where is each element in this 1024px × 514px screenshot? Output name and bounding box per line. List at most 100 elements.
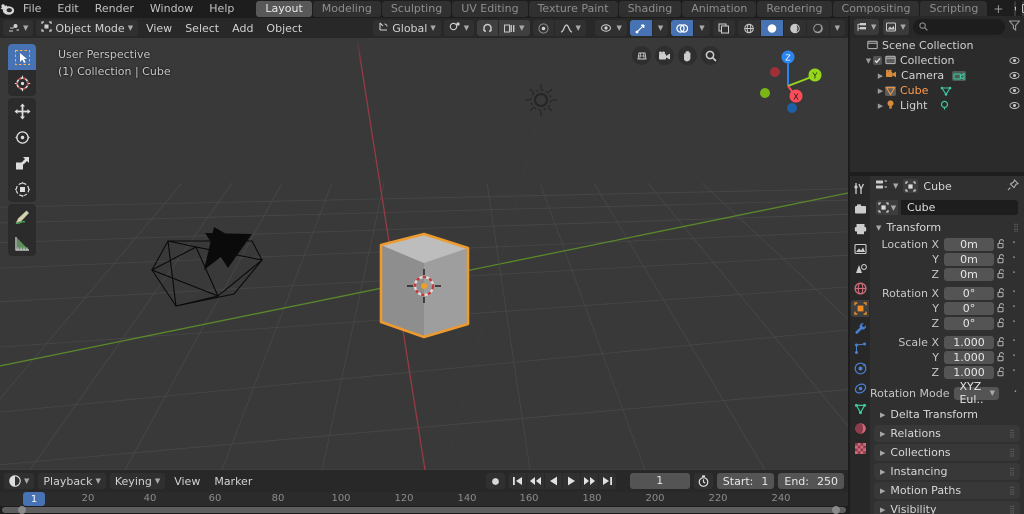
viewport-menu-select[interactable]: Select — [180, 20, 224, 36]
jump-to-start-button[interactable] — [508, 473, 526, 489]
visibility-panel-header[interactable]: ▶ Visibility ⣿ — [874, 501, 1020, 514]
scene-icon[interactable]: ▼ — [1014, 1, 1017, 17]
animate-property-dot[interactable]: · — [1008, 301, 1020, 314]
visibility-eye-icon[interactable] — [1009, 85, 1020, 99]
tweak-select-tool[interactable] — [8, 44, 36, 70]
rendered-shading-icon[interactable] — [806, 20, 829, 36]
lock-icon[interactable] — [994, 337, 1008, 347]
magnifier-icon[interactable] — [701, 46, 720, 65]
gizmo-icon[interactable] — [629, 20, 652, 36]
lock-icon[interactable] — [994, 367, 1008, 377]
chevron-right-icon[interactable]: ▶ — [876, 102, 885, 110]
object-visibility-icon[interactable]: ▼ — [595, 20, 627, 36]
timeline-menu-keying[interactable]: Keying ▼ — [109, 473, 166, 489]
material-sphere-icon[interactable] — [851, 420, 869, 437]
instancing-panel-header[interactable]: ▶ Instancing ⣿ — [874, 463, 1020, 480]
scene-cone-icon[interactable] — [851, 260, 869, 277]
lock-icon[interactable] — [994, 254, 1008, 264]
pin-icon[interactable] — [1007, 178, 1020, 194]
animate-property-dot[interactable]: · — [1008, 335, 1020, 348]
stopwatch-icon[interactable] — [693, 473, 713, 489]
viewport-menu-add[interactable]: Add — [227, 20, 258, 36]
outliner-row-light[interactable]: ▶ Light — [850, 98, 1024, 113]
editor-type-3dview-icon[interactable]: ▼ — [3, 20, 34, 36]
images-icon[interactable] — [851, 240, 869, 257]
physics-orbit-icon[interactable] — [851, 360, 869, 377]
play-button[interactable] — [562, 473, 580, 489]
workspace-tab-modeling[interactable]: Modeling — [312, 1, 381, 17]
grid-perspective-icon[interactable] — [632, 46, 651, 65]
relations-panel-header[interactable]: ▶ Relations ⣿ — [874, 425, 1020, 442]
pivot-point-selector[interactable]: ▼ — [443, 20, 475, 36]
collection-enable-checkbox[interactable] — [873, 56, 882, 65]
visibility-eye-icon[interactable] — [1009, 70, 1020, 84]
menu-edit[interactable]: Edit — [49, 0, 86, 18]
mesh-data-icon[interactable] — [940, 86, 952, 96]
workspace-tab-uv-editing[interactable]: UV Editing — [452, 1, 528, 17]
overlays-dropdown[interactable]: ▼ — [694, 20, 710, 36]
workspace-tab-texture-paint[interactable]: Texture Paint — [528, 1, 618, 17]
workspace-tab-rendering[interactable]: Rendering — [757, 1, 832, 17]
3d-viewport[interactable]: User Perspective (1) Collection | Cube Z… — [0, 38, 848, 470]
field-value[interactable]: 1.000 — [944, 365, 994, 379]
rotate-tool[interactable] — [8, 124, 36, 150]
lock-icon[interactable] — [994, 288, 1008, 298]
move-tool[interactable] — [8, 98, 36, 124]
lock-icon[interactable] — [994, 269, 1008, 279]
transform-panel-header[interactable]: ▼ Transform ⣿ — [870, 219, 1024, 236]
panel-divider-vertical[interactable] — [848, 16, 850, 514]
blender-logo-icon[interactable] — [0, 0, 15, 18]
animate-property-dot[interactable]: · — [1008, 316, 1020, 329]
outliner-search-input[interactable] — [912, 19, 1005, 35]
visibility-eye-icon[interactable] — [1009, 55, 1020, 69]
scrollbar-right-knob[interactable] — [832, 506, 840, 514]
add-workspace-button[interactable]: + — [988, 2, 1008, 16]
rotation-mode-select[interactable]: XYZ Eul.. ▼ — [954, 380, 999, 406]
chevron-down-icon[interactable]: ▼ — [864, 57, 873, 65]
workspace-tab-scripting[interactable]: Scripting — [920, 1, 988, 17]
mesh-data-triangle-icon[interactable] — [851, 400, 869, 417]
xray-icon[interactable] — [712, 20, 735, 36]
field-value[interactable]: 0° — [944, 301, 994, 315]
timeline-horizontal-scrollbar[interactable] — [2, 506, 846, 514]
visibility-eye-icon[interactable] — [1009, 100, 1020, 114]
lock-icon[interactable] — [994, 303, 1008, 313]
field-value[interactable]: 1.000 — [944, 335, 994, 349]
world-globe-icon[interactable] — [851, 280, 869, 297]
constraint-icon[interactable] — [851, 380, 869, 397]
menu-window[interactable]: Window — [142, 0, 201, 18]
collections-panel-header[interactable]: ▶ Collections ⣿ — [874, 444, 1020, 461]
lock-icon[interactable] — [994, 239, 1008, 249]
object-mode-selector[interactable]: Object Mode ▼ — [36, 20, 139, 36]
axis-navigation-gizmo[interactable]: Z Y X — [750, 46, 826, 122]
animate-property-dot[interactable]: · — [1008, 350, 1020, 363]
particles-icon[interactable] — [851, 340, 869, 357]
timeline-editor-icon[interactable]: ▼ — [4, 473, 35, 489]
timeline-playhead[interactable]: 1 — [23, 492, 45, 506]
cursor-tool[interactable] — [8, 70, 36, 96]
frame-range-end[interactable]: End: 250 — [778, 473, 844, 489]
magnet-icon[interactable] — [477, 20, 499, 36]
workspace-tab-sculpting[interactable]: Sculpting — [381, 1, 452, 17]
proportional-falloff-icon[interactable]: ▼ — [554, 20, 586, 36]
field-value[interactable]: 0° — [944, 286, 994, 300]
menu-file[interactable]: File — [15, 0, 49, 18]
texture-checker-icon[interactable] — [851, 440, 869, 457]
printer-icon[interactable] — [851, 220, 869, 237]
workspace-tab-layout[interactable]: Layout — [256, 1, 312, 17]
field-value[interactable]: 1.000 — [944, 350, 994, 364]
animate-property-dot[interactable]: · — [1008, 237, 1020, 250]
tool-icon[interactable] — [851, 180, 869, 197]
lock-icon[interactable] — [994, 352, 1008, 362]
auto-keying-button[interactable] — [485, 473, 505, 489]
funnel-filter-icon[interactable] — [1008, 20, 1021, 34]
gizmo-dropdown[interactable]: ▼ — [652, 20, 669, 36]
outliner-row-camera[interactable]: ▶ Camera — [850, 68, 1024, 83]
light-data-icon[interactable] — [939, 100, 950, 111]
animate-property-dot[interactable]: · — [1008, 267, 1020, 280]
field-value[interactable]: 0m — [944, 267, 994, 281]
viewport-menu-object[interactable]: Object — [261, 20, 307, 36]
chevron-right-icon[interactable]: ▶ — [876, 87, 885, 95]
jump-to-next-keyframe-button[interactable] — [580, 473, 598, 489]
delta-transform-panel-header[interactable]: ▶ Delta Transform — [870, 406, 1024, 423]
